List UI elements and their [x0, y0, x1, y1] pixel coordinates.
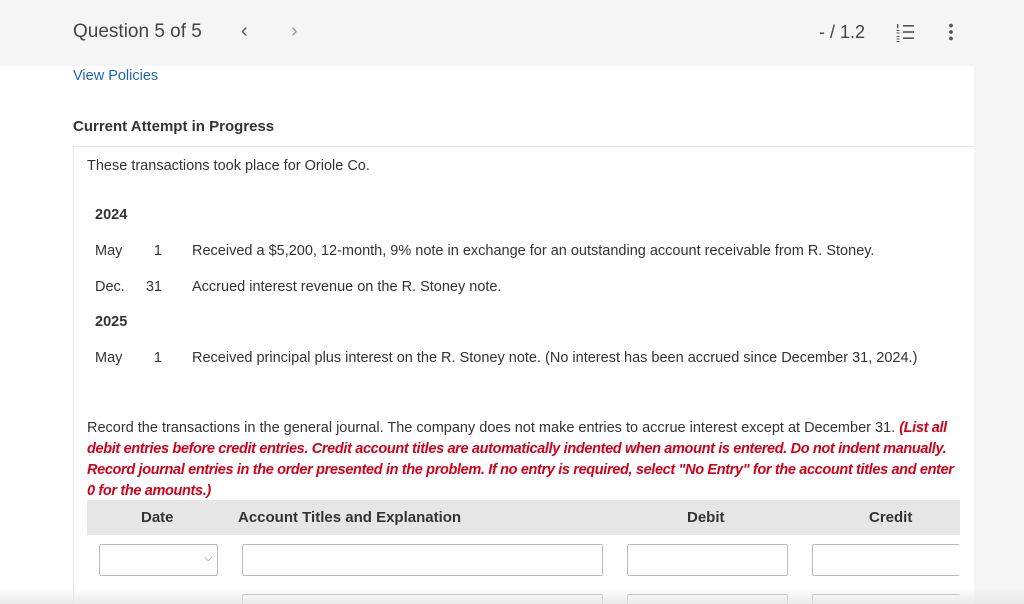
more-vertical-icon[interactable]: [943, 22, 959, 42]
account-title-input[interactable]: [242, 544, 603, 576]
chevron-left-icon[interactable]: ‹: [241, 20, 248, 43]
debit-input[interactable]: [627, 544, 788, 576]
date-select[interactable]: ⌵: [99, 544, 218, 576]
transaction-month: May: [95, 350, 123, 366]
attempt-heading: Current Attempt in Progress: [73, 118, 275, 135]
chevron-down-icon: ⌵: [204, 553, 212, 564]
column-header-debit: Debit: [687, 509, 725, 526]
debit-input[interactable]: [627, 594, 788, 604]
view-policies-link[interactable]: View Policies: [73, 68, 158, 84]
numbered-list-icon[interactable]: [895, 22, 915, 42]
transaction-day: 1: [153, 243, 162, 259]
year-label: 2024: [95, 207, 128, 223]
column-header-credit: Credit: [869, 509, 913, 526]
column-header-date: Date: [141, 509, 174, 526]
question-content: [73, 147, 974, 604]
column-header-account: Account Titles and Explanation: [238, 509, 462, 526]
credit-input[interactable]: [812, 544, 960, 576]
transaction-day: 31: [145, 279, 162, 295]
account-title-input[interactable]: [242, 594, 603, 604]
question-counter: Question 5 of 5: [73, 21, 202, 42]
year-label: 2025: [95, 314, 128, 330]
instructions-text: Record the transactions in the general j…: [87, 420, 896, 436]
journal-table-header: Date Account Titles and Explanation Debi…: [87, 500, 960, 535]
transaction-description: Received a $5,200, 12-month, 9% note in …: [192, 243, 875, 259]
transaction-month: May: [95, 243, 123, 259]
transaction-description: Received principal plus interest on the …: [192, 350, 918, 366]
credit-input[interactable]: [812, 594, 960, 604]
top-bar: Question 5 of 5 ‹ › - / 1.2: [0, 0, 1024, 66]
instructions: Record the transactions in the general j…: [87, 418, 959, 502]
transaction-month: Dec.: [95, 279, 125, 295]
transaction-day: 1: [153, 350, 162, 366]
transaction-description: Accrued interest revenue on the R. Stone…: [192, 279, 502, 295]
score-display: - / 1.2: [819, 22, 866, 42]
chevron-right-icon[interactable]: ›: [291, 20, 298, 43]
intro-text: These transactions took place for Oriole…: [87, 158, 370, 174]
